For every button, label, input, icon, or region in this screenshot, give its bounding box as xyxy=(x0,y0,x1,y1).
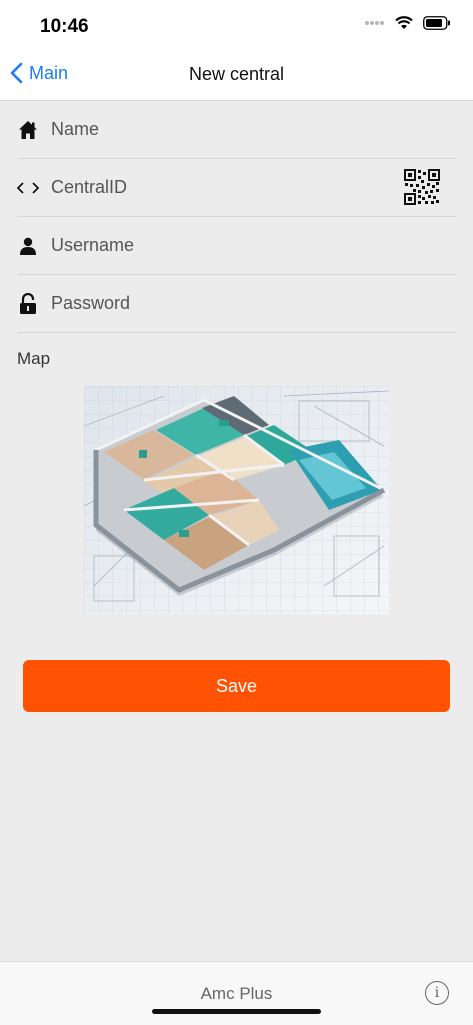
map-image[interactable] xyxy=(84,386,389,614)
status-time: 10:46 xyxy=(40,16,89,37)
app-name: Amc Plus xyxy=(200,984,273,1003)
central-form xyxy=(17,101,456,333)
username-input[interactable] xyxy=(51,235,381,256)
name-field-row xyxy=(17,101,456,159)
unlock-icon xyxy=(17,292,39,315)
home-icon xyxy=(17,119,39,141)
home-indicator[interactable] xyxy=(152,1009,321,1014)
cellular-signal-icon xyxy=(365,21,384,25)
battery-icon xyxy=(423,16,450,30)
footer-bar: Amc Plus i xyxy=(0,961,473,1025)
map-label: Map xyxy=(17,349,51,368)
status-bar: 10:46 xyxy=(0,0,473,50)
navigation-bar: Main New central xyxy=(0,50,473,101)
save-button[interactable]: Save xyxy=(23,660,450,712)
wifi-icon xyxy=(395,16,413,29)
central-id-field-row xyxy=(17,159,456,217)
username-field-row xyxy=(17,217,456,275)
password-field-row xyxy=(17,275,456,333)
password-input[interactable] xyxy=(51,293,381,314)
info-icon[interactable]: i xyxy=(425,981,449,1005)
page-title: New central xyxy=(188,64,285,84)
name-input[interactable] xyxy=(51,119,381,140)
user-icon xyxy=(17,235,39,257)
code-brackets-icon xyxy=(17,177,39,199)
central-id-input[interactable] xyxy=(51,177,381,198)
status-icons xyxy=(365,16,451,30)
qr-code-scan-icon[interactable] xyxy=(404,169,440,205)
